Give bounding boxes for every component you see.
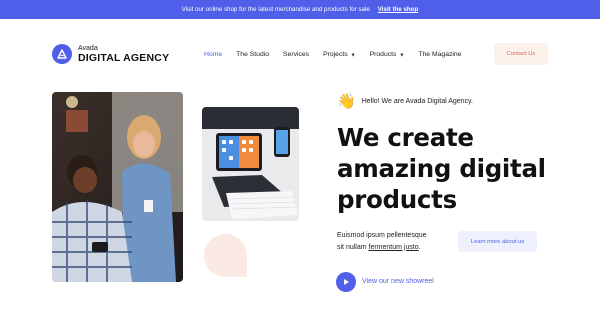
subtext-line-2-suffix: .: [418, 243, 421, 251]
decorative-blob: [204, 234, 247, 277]
subtext-line-2-prefix: sit nullam: [337, 243, 369, 251]
headline-line-3: products: [337, 185, 457, 214]
logo-small-text: Avada: [78, 44, 98, 52]
contact-us-button[interactable]: Contact Us: [494, 43, 548, 65]
main-nav: Home The Studio Services Projects ▼ Produ…: [204, 51, 461, 58]
hero-headline: We create amazing digital products: [337, 122, 577, 215]
nav-the-magazine[interactable]: The Magazine: [418, 51, 461, 58]
fermentum-link[interactable]: fermentum justo: [369, 244, 419, 251]
team-photo: [52, 92, 183, 282]
nav-the-magazine-label: The Magazine: [418, 51, 462, 58]
headline-line-1: We create: [337, 123, 474, 152]
nav-services-label: Services: [283, 51, 310, 58]
nav-projects[interactable]: Projects ▼: [323, 51, 356, 58]
hero-greeting: 👋 Hello! We are Avada Digital Agency.: [337, 94, 473, 109]
learn-more-button[interactable]: Learn more about us: [458, 231, 537, 252]
nav-projects-label: Projects: [323, 51, 348, 58]
showreel-link[interactable]: View our new showreel: [362, 278, 434, 285]
nav-services[interactable]: Services: [283, 51, 309, 58]
chevron-down-icon: ▼: [399, 52, 405, 58]
site-header: Avada DIGITAL AGENCY Home The Studio Ser…: [0, 19, 600, 91]
nav-products[interactable]: Products ▼: [370, 51, 405, 58]
announcement-bar: Visit our online shop for the latest mer…: [0, 0, 600, 19]
site-logo[interactable]: Avada DIGITAL AGENCY: [52, 44, 169, 64]
subtext-line-1: Euismod ipsum pellentesque: [337, 232, 427, 239]
nav-the-studio[interactable]: The Studio: [236, 51, 269, 58]
nav-the-studio-label: The Studio: [236, 51, 270, 58]
nav-home[interactable]: Home: [204, 51, 222, 58]
visit-shop-link[interactable]: Visit the shop: [378, 6, 418, 13]
waving-hand-icon: 👋: [337, 93, 356, 110]
play-icon: [344, 279, 349, 285]
nav-products-label: Products: [369, 51, 397, 58]
play-showreel-button[interactable]: [336, 272, 356, 292]
nav-home-label: Home: [204, 51, 223, 58]
hero-subtext: Euismod ipsum pellentesque sit nullam fe…: [337, 230, 427, 253]
announcement-text: Visit our online shop for the latest mer…: [181, 6, 370, 13]
greeting-text: Hello! We are Avada Digital Agency.: [361, 98, 473, 105]
avada-logo-icon: [52, 44, 72, 64]
chevron-down-icon: ▼: [350, 52, 356, 58]
headline-line-2: amazing digital: [337, 154, 546, 183]
logo-big-text: DIGITAL AGENCY: [78, 51, 170, 64]
tablet-photo: [202, 107, 299, 221]
